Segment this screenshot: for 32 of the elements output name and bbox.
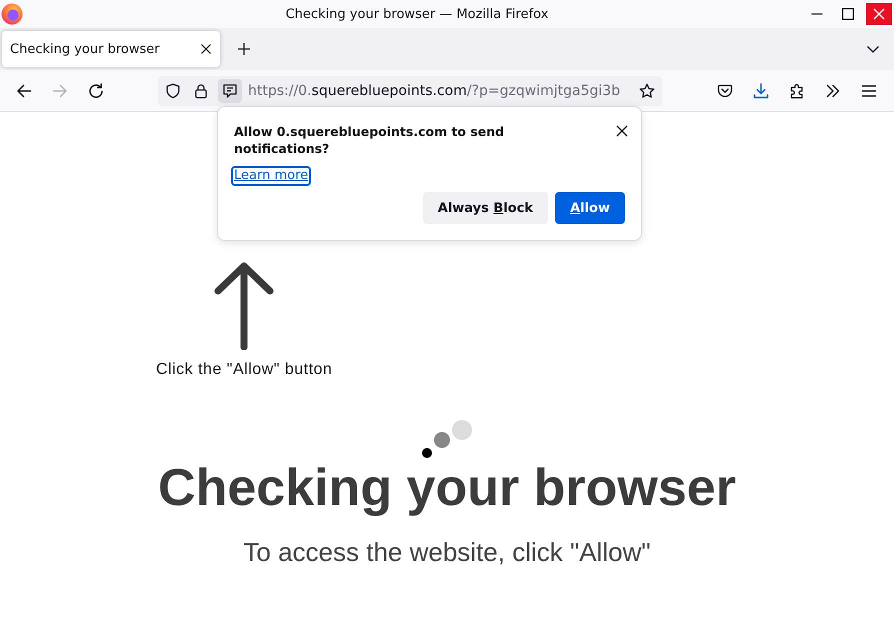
loading-spinner-icon	[421, 420, 473, 458]
browser-logo-icon	[1, 3, 23, 25]
window-title: Checking your browser — Mozilla Firefox	[284, 6, 550, 22]
close-window-button[interactable]	[866, 3, 892, 25]
download-icon[interactable]	[753, 82, 769, 98]
up-arrow-icon	[213, 262, 276, 350]
browser-tab[interactable]: Checking your browser	[2, 31, 220, 67]
close-icon[interactable]	[200, 43, 212, 55]
close-icon[interactable]	[616, 125, 628, 137]
learn-more-link[interactable]: Learn more	[231, 166, 312, 186]
shield-icon[interactable]	[165, 82, 181, 98]
puzzle-piece-icon[interactable]	[789, 82, 805, 98]
permissions-button[interactable]	[218, 78, 242, 102]
hint-text: Click the "Allow" button	[156, 360, 332, 380]
maximize-icon[interactable]	[842, 8, 854, 20]
block-button[interactable]: Always Block	[422, 192, 548, 224]
pocket-icon[interactable]	[717, 82, 733, 98]
lock-icon[interactable]	[193, 82, 209, 98]
allow-button[interactable]: Allow	[555, 192, 625, 224]
permission-message: Allow 0.squerebluepoints.com to send notifications?	[234, 123, 506, 157]
page-subtitle: To access the website, click "Allow"	[243, 536, 651, 568]
close-icon	[873, 8, 885, 20]
speech-bubble-icon	[222, 82, 238, 98]
double-chevron-icon[interactable]	[825, 82, 841, 98]
menu-icon[interactable]	[861, 82, 877, 98]
reload-icon[interactable]	[88, 82, 104, 98]
page-heading: Checking your browser	[158, 458, 736, 518]
url-text[interactable]: https://0.squerebluepoints.com/?p=gzqwimjtga5gi3b	[248, 82, 620, 98]
address-bar[interactable]: https://0.squerebluepoints.com/?p=gzqwimjtga5gi3b	[158, 76, 662, 106]
star-icon[interactable]	[639, 82, 655, 98]
back-arrow-icon[interactable]	[16, 82, 32, 98]
plus-icon[interactable]	[237, 42, 251, 56]
